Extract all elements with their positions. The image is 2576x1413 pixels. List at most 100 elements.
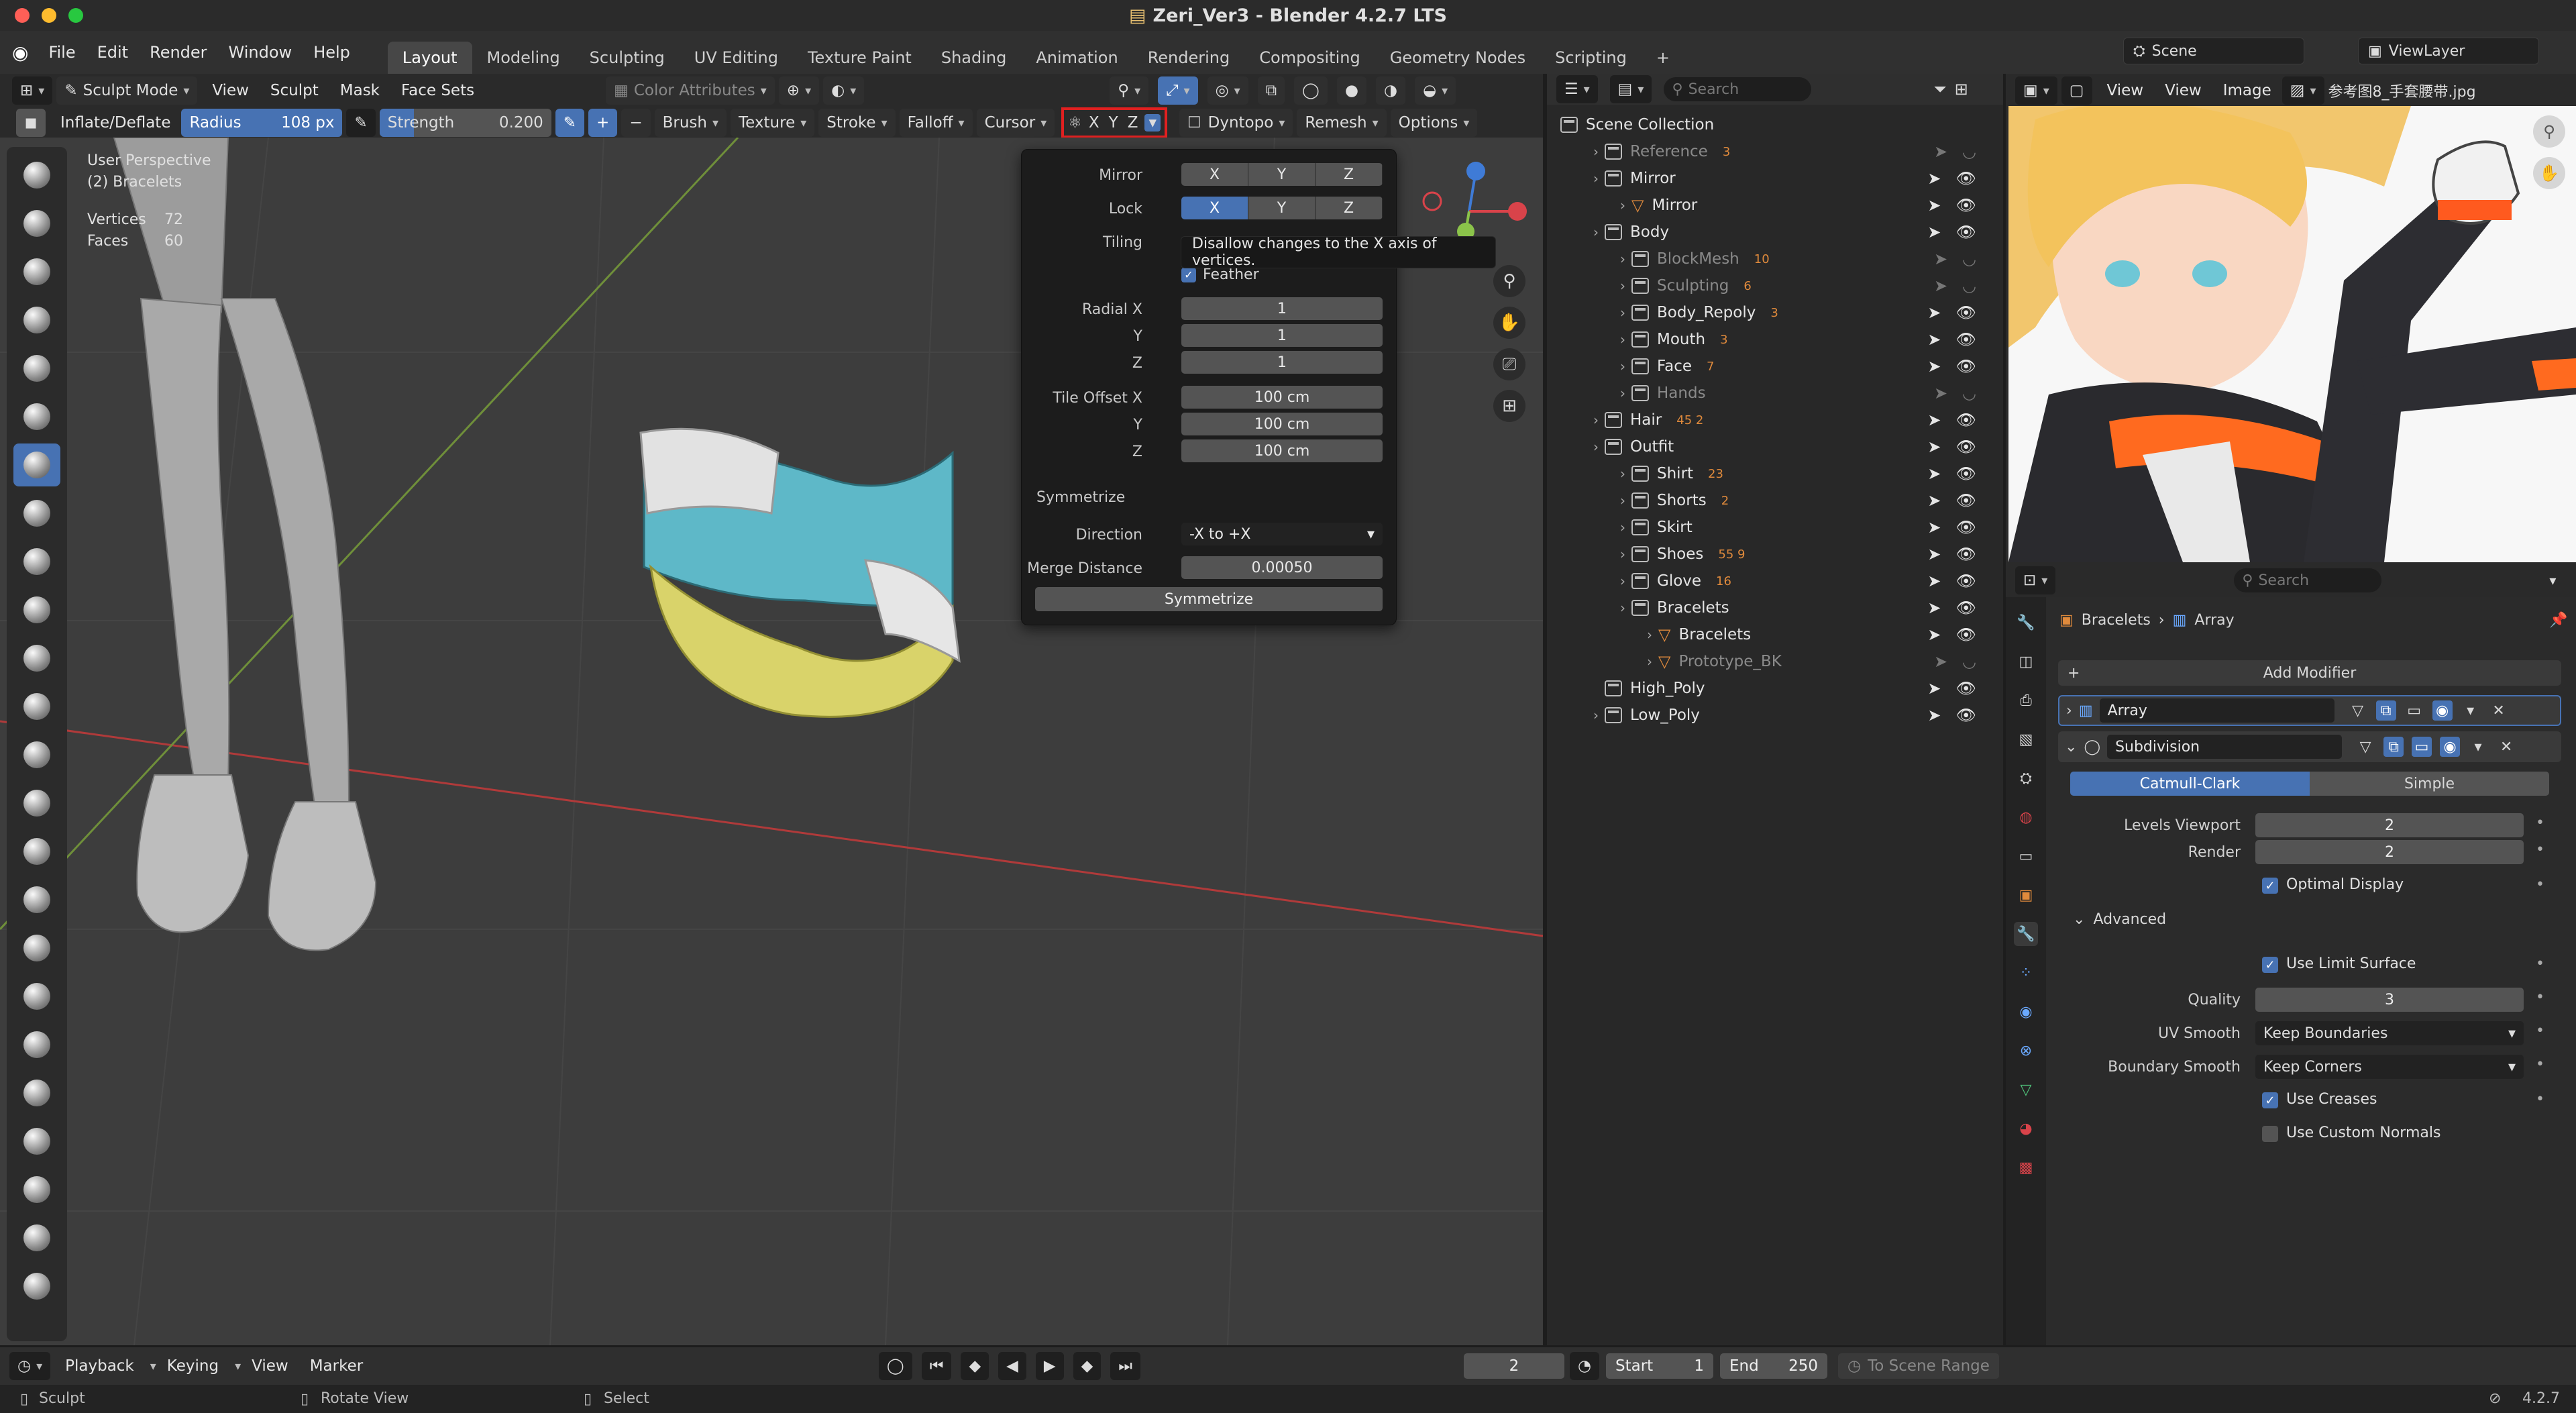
current-frame-field[interactable]: 2 <box>1464 1353 1564 1379</box>
eye-icon[interactable]: ◡ <box>1962 142 1976 161</box>
outliner-row[interactable]: › ▽ Bracelets ➤ 👁 <box>1547 621 2003 648</box>
mirror-x-button[interactable]: X <box>1181 163 1248 186</box>
menu-help[interactable]: Help <box>303 43 361 62</box>
texture-dropdown[interactable]: Texture ▾ <box>731 109 815 137</box>
outliner-row[interactable]: › Mouth 3 ➤ 👁 <box>1547 326 2003 353</box>
selectable-arrow-icon[interactable]: ➤ <box>1927 518 1941 537</box>
properties-search-input[interactable]: ⚲ Search <box>2234 568 2382 592</box>
pin-icon[interactable]: 📌 <box>2549 612 2567 629</box>
expand-chevron-icon[interactable]: › <box>1614 600 1631 616</box>
selectable-arrow-icon[interactable]: ➤ <box>1927 491 1941 510</box>
eye-icon[interactable]: 👁 <box>1956 625 1976 644</box>
image-menu-view[interactable]: View <box>2096 82 2155 99</box>
subdivision-modifier-name-field[interactable]: Subdivision <box>2107 735 2343 759</box>
options-dropdown[interactable]: Options ▾ <box>1390 109 1478 137</box>
expand-chevron-icon[interactable]: › <box>1614 573 1631 589</box>
camera-view-icon[interactable]: ⎚ <box>1493 348 1525 380</box>
optimal-display-checkbox[interactable]: ✓ <box>2262 878 2278 894</box>
expand-chevron-icon[interactable]: › <box>1587 170 1605 187</box>
jump-end-icon[interactable]: ⏭ <box>1110 1352 1140 1380</box>
menu-file[interactable]: File <box>38 43 86 62</box>
eye-icon[interactable]: 👁 <box>1956 196 1976 215</box>
eye-icon[interactable]: 👁 <box>1956 706 1976 725</box>
selectable-arrow-icon[interactable]: ➤ <box>1927 223 1941 242</box>
eye-icon[interactable]: 👁 <box>1956 330 1976 349</box>
gizmo-button[interactable]: ⚲ ▾ <box>1110 76 1149 105</box>
tool-inflate[interactable] <box>13 443 60 486</box>
tile-offset-z-field[interactable]: 100 cm <box>1181 439 1383 462</box>
modifier-menu-chevron-icon[interactable]: ▾ <box>2461 700 2481 721</box>
outliner-row[interactable]: › ▽ Mirror ➤ 👁 <box>1547 192 2003 219</box>
scene-tab-icon[interactable]: ⛭ <box>2014 766 2038 790</box>
selectable-arrow-icon[interactable]: ➤ <box>1927 706 1941 725</box>
eye-icon[interactable]: ◡ <box>1962 250 1976 268</box>
shading-material-icon[interactable]: ◑ <box>1375 76 1406 105</box>
selectable-arrow-icon[interactable]: ➤ <box>1927 625 1941 644</box>
radius-unit-icon[interactable]: ✎ <box>346 109 376 137</box>
eye-icon[interactable]: 👁 <box>1956 411 1976 429</box>
outliner-row[interactable]: › Low_Poly ➤ 👁 <box>1547 702 2003 729</box>
eye-icon[interactable]: 👁 <box>1956 357 1976 376</box>
close-window-button[interactable] <box>15 8 30 23</box>
selectable-arrow-icon[interactable]: ➤ <box>1927 411 1941 429</box>
sub-render-camera-icon[interactable]: ◉ <box>2440 737 2461 757</box>
menu-window[interactable]: Window <box>218 43 303 62</box>
image-menu-view-2[interactable]: View <box>2154 82 2212 99</box>
tool-thumb[interactable] <box>13 1023 60 1066</box>
outliner-row[interactable]: › Outfit ➤ 👁 <box>1547 433 2003 460</box>
selectable-arrow-icon[interactable]: ➤ <box>1934 250 1947 268</box>
tab-animation[interactable]: Animation <box>1021 42 1132 74</box>
record-icon[interactable]: ◯ <box>879 1352 912 1380</box>
selectable-arrow-icon[interactable]: ➤ <box>1927 572 1941 590</box>
outliner-row[interactable]: › Mirror ➤ 👁 <box>1547 165 2003 192</box>
expand-chevron-icon[interactable]: › <box>1614 519 1631 535</box>
filter-icon[interactable]: ⏷ <box>1933 80 1946 99</box>
network-off-icon[interactable]: ⊘ <box>2489 1390 2501 1407</box>
menu-render[interactable]: Render <box>139 43 217 62</box>
expand-chevron-icon[interactable]: › <box>1587 439 1605 455</box>
menu-face-sets[interactable]: Face Sets <box>390 82 485 99</box>
selectable-arrow-icon[interactable]: ➤ <box>1934 142 1947 161</box>
modifier-tab-icon[interactable]: 🔧 <box>2014 922 2038 946</box>
outliner-search-input[interactable]: ⚲ Search <box>1664 77 1812 101</box>
symmetry-x[interactable]: X <box>1089 114 1099 132</box>
selectable-arrow-icon[interactable]: ➤ <box>1927 545 1941 564</box>
selectable-arrow-icon[interactable]: ➤ <box>1927 303 1941 322</box>
stroke-dropdown[interactable]: Stroke ▾ <box>818 109 896 137</box>
ortho-toggle-icon[interactable]: ⊞ <box>1493 390 1525 422</box>
direction-add-button[interactable]: + <box>588 109 618 137</box>
animate-dot-icon-8[interactable]: • <box>2536 1091 2544 1108</box>
tool-slide-relax[interactable] <box>13 1216 60 1259</box>
clock-icon[interactable]: ◔ <box>1570 1352 1600 1380</box>
levels-viewport-field[interactable]: 2 <box>2255 813 2524 837</box>
outliner-row[interactable]: › Body ➤ 👁 <box>1547 219 2003 246</box>
animate-dot-icon-2[interactable]: • <box>2536 841 2544 858</box>
scene-selector[interactable]: ⛭ Scene <box>2123 38 2304 64</box>
edit-mode-icon[interactable]: ▽ <box>2348 700 2368 721</box>
outliner-row[interactable]: Scene Collection <box>1547 111 2003 138</box>
subdivision-modifier-header[interactable]: ⌄ ◯ Subdivision ▽ ⧉ ▭ ◉ ▾ ✕ <box>2058 731 2561 762</box>
expand-chevron-icon[interactable]: › <box>1587 144 1605 160</box>
symmetry-y[interactable]: Y <box>1109 114 1118 132</box>
outliner-row[interactable]: › Shoes 55 9 ➤ 👁 <box>1547 541 2003 568</box>
animate-dot-icon[interactable]: • <box>2536 815 2544 831</box>
eye-icon[interactable]: 👁 <box>1956 303 1976 322</box>
image-zoom-icon[interactable]: ⚲ <box>2533 115 2565 148</box>
collection-tab-icon[interactable]: ▭ <box>2014 844 2038 868</box>
outliner-row[interactable]: › Reference 3 ➤ ◡ <box>1547 138 2003 165</box>
outliner-row[interactable]: › Face 7 ➤ 👁 <box>1547 353 2003 380</box>
shading-solid-icon[interactable]: ● <box>1336 76 1366 105</box>
strength-pressure-icon[interactable]: ✎ <box>555 109 585 137</box>
outliner-row[interactable]: › Hands ➤ ◡ <box>1547 380 2003 407</box>
eye-icon[interactable]: ◡ <box>1962 652 1976 671</box>
texture-tab-icon[interactable]: ▩ <box>2014 1155 2038 1180</box>
expand-chevron-icon[interactable]: › <box>1614 331 1631 348</box>
overlay-toggle-button[interactable]: ◐ ▾ <box>823 76 865 105</box>
outliner-row[interactable]: High_Poly ➤ 👁 <box>1547 675 2003 702</box>
tool-elastic-deform[interactable] <box>13 927 60 970</box>
selectable-arrow-icon[interactable]: ➤ <box>1934 384 1947 403</box>
tool-nudge[interactable] <box>13 1120 60 1163</box>
use-creases-checkbox[interactable]: ✓ <box>2262 1092 2278 1108</box>
image-editor-type-button[interactable]: ▣ ▾ <box>2015 76 2057 105</box>
end-frame-field[interactable]: End 250 <box>1720 1353 1827 1379</box>
